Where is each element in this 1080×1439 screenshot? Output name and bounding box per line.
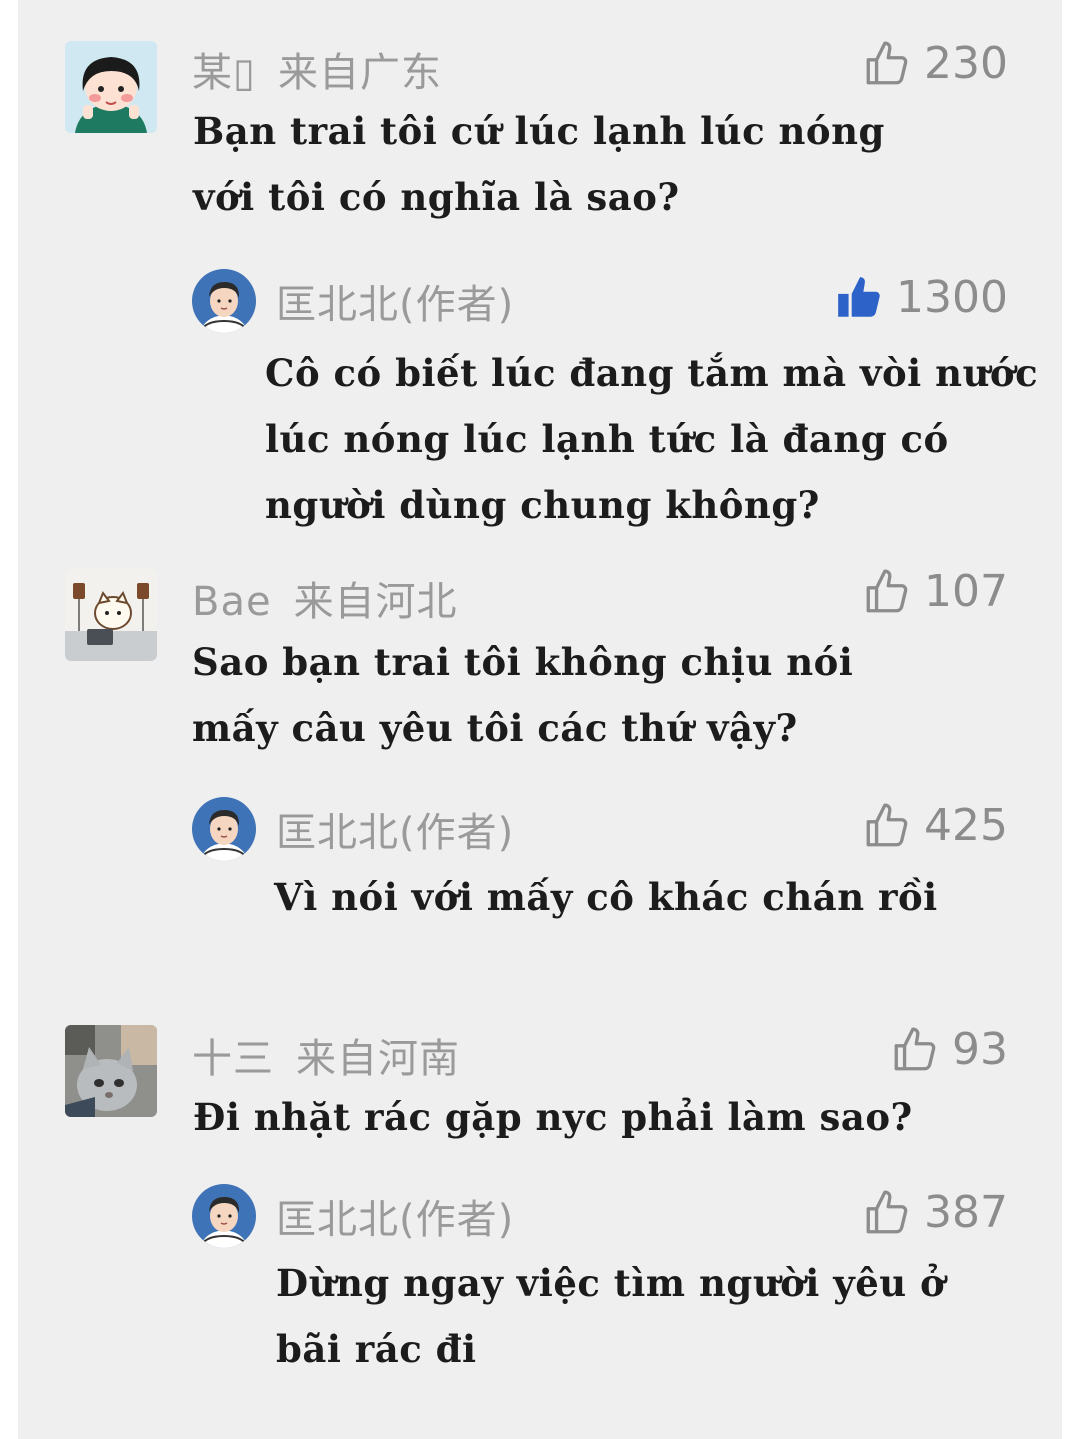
like-button[interactable]: 387 xyxy=(862,1187,1008,1238)
reply-line: bãi rác đi xyxy=(276,1327,477,1371)
user-avatar[interactable] xyxy=(65,41,157,133)
reply-line: Vì nói với mấy cô khác chán rồi xyxy=(274,875,938,919)
like-count: 107 xyxy=(924,566,1008,617)
comment-meta: 十三 来自河南 xyxy=(192,1026,460,1084)
location: 来自广东 xyxy=(278,50,443,96)
thumbs-up-icon xyxy=(866,803,908,846)
thumbs-up-filled-icon xyxy=(838,276,880,317)
comment-text: Đi nhặt rác gặp nyc phải làm sao? xyxy=(193,1084,913,1150)
author-avatar[interactable] xyxy=(192,269,256,333)
comment-line: Bạn trai tôi cứ lúc lạnh lúc nóng xyxy=(193,109,885,153)
thumbs-up-icon xyxy=(866,569,908,612)
username[interactable]: Bae xyxy=(192,579,272,625)
author-name[interactable]: 匡北北(作者) xyxy=(276,282,514,328)
reply-text: Cô có biết lúc đang tắm mà vòi nước lúc … xyxy=(265,340,1038,538)
comment-text: Sao bạn trai tôi không chịu nói mấy câu … xyxy=(192,629,853,761)
location: 来自河南 xyxy=(296,1036,460,1082)
comment-meta: 某▯ 来自广东 xyxy=(192,40,442,98)
like-button[interactable]: 93 xyxy=(890,1024,1008,1075)
like-button[interactable]: 230 xyxy=(862,38,1008,89)
reply-meta: 匡北北(作者) xyxy=(276,1187,514,1245)
girl-avatar-icon xyxy=(65,41,157,133)
reply-line: Dừng ngay việc tìm người yêu ở xyxy=(276,1261,946,1305)
reply-meta: 匡北北(作者) xyxy=(276,272,514,330)
reply-text: Dừng ngay việc tìm người yêu ở bãi rác đ… xyxy=(276,1250,945,1382)
author-name[interactable]: 匡北北(作者) xyxy=(276,810,514,856)
author-avatar[interactable] xyxy=(192,797,256,861)
like-count: 425 xyxy=(924,800,1008,851)
man-avatar-icon xyxy=(192,1184,256,1248)
man-avatar-icon xyxy=(192,797,256,861)
thumbs-up-icon xyxy=(894,1027,936,1070)
man-avatar-icon xyxy=(192,269,256,333)
cartoon-cat-avatar-icon xyxy=(65,569,157,661)
user-avatar[interactable] xyxy=(65,569,157,661)
comment-line: Sao bạn trai tôi không chịu nói xyxy=(192,640,854,684)
user-avatar[interactable] xyxy=(65,1025,157,1117)
like-count: 387 xyxy=(924,1187,1008,1238)
like-count: 230 xyxy=(924,38,1008,89)
comment-text: Bạn trai tôi cứ lúc lạnh lúc nóng với tô… xyxy=(193,98,885,230)
comment-line: mấy câu yêu tôi các thứ vậy? xyxy=(192,706,798,750)
comment-line: Đi nhặt rác gặp nyc phải làm sao? xyxy=(193,1095,913,1139)
reply-line: lúc nóng lúc lạnh tức là đang có xyxy=(265,417,949,461)
reply-line: người dùng chung không? xyxy=(265,483,820,527)
reply-text: Vì nói với mấy cô khác chán rồi xyxy=(274,864,938,930)
author-name[interactable]: 匡北北(作者) xyxy=(276,1197,514,1243)
author-avatar[interactable] xyxy=(192,1184,256,1248)
like-count: 1300 xyxy=(896,272,1008,323)
comment-meta: Bae 来自河北 xyxy=(192,569,458,627)
thumbs-up-icon xyxy=(866,1190,908,1233)
thumbs-up-icon xyxy=(866,41,908,84)
cat-photo-avatar-icon xyxy=(65,1025,157,1117)
like-button[interactable]: 425 xyxy=(862,800,1008,851)
like-count: 93 xyxy=(952,1024,1008,1075)
location: 来自河北 xyxy=(293,579,458,625)
reply-meta: 匡北北(作者) xyxy=(276,800,514,858)
like-button[interactable]: 107 xyxy=(862,566,1008,617)
reply-line: Cô có biết lúc đang tắm mà vòi nước xyxy=(265,351,1039,395)
username[interactable]: 某▯ xyxy=(192,50,256,96)
comment-line: với tôi có nghĩa là sao? xyxy=(193,175,680,219)
username[interactable]: 十三 xyxy=(192,1036,274,1082)
like-button[interactable]: 1300 xyxy=(834,272,1008,323)
